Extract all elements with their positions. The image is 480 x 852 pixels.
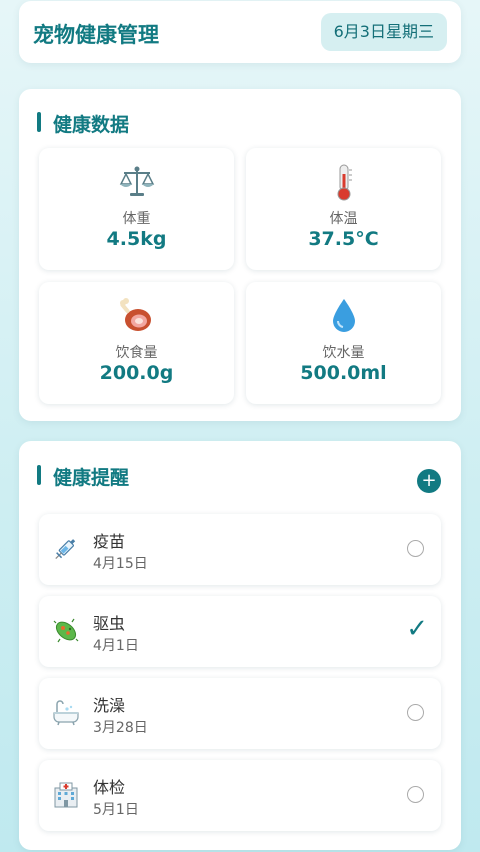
thermometer-icon	[246, 162, 441, 202]
water-intake-value: 500.0ml	[300, 362, 387, 384]
food-intake-value: 200.0g	[99, 362, 174, 384]
reminder-item-bath[interactable]: 洗澡 3月28日	[39, 678, 441, 749]
reminder-item-vaccine[interactable]: 疫苗 4月15日	[39, 514, 441, 585]
reminder-date: 5月1日	[93, 802, 139, 818]
checkmark-icon[interactable]: ✓	[406, 614, 428, 644]
reminder-date: 4月15日	[93, 556, 148, 572]
health-data-panel: 健康数据 体重 4.5kg 体温 37.5°C 饮食量 200.0g 饮水量 5…	[19, 89, 461, 421]
reminders-heading: 健康提醒	[37, 463, 129, 490]
temperature-card[interactable]: 体温 37.5°C	[246, 148, 441, 270]
reminder-date: 4月1日	[93, 638, 139, 654]
reminder-title: 洗澡	[93, 696, 126, 715]
reminder-title: 体检	[93, 778, 126, 797]
temperature-value: 37.5°C	[308, 228, 379, 250]
reminder-title: 疫苗	[93, 532, 126, 551]
reminder-checkbox[interactable]	[407, 786, 424, 803]
health-data-title: 健康数据	[53, 114, 130, 136]
health-data-heading: 健康数据	[37, 110, 129, 137]
microbe-icon	[51, 616, 81, 646]
temperature-label: 体温	[329, 211, 358, 227]
weight-value: 4.5kg	[106, 228, 167, 250]
date-badge: 6月3日星期三	[320, 13, 447, 51]
meat-icon	[39, 296, 234, 336]
heading-accent-bar	[37, 465, 41, 485]
add-reminder-button[interactable]: +	[417, 469, 441, 493]
app-title: 宠物健康管理	[33, 23, 159, 47]
reminder-checkbox[interactable]	[407, 540, 424, 557]
water-intake-card[interactable]: 饮水量 500.0ml	[246, 282, 441, 404]
header-bar: 宠物健康管理 6月3日星期三	[19, 1, 461, 63]
food-intake-card[interactable]: 饮食量 200.0g	[39, 282, 234, 404]
reminder-date: 3月28日	[93, 720, 148, 736]
reminder-title: 驱虫	[93, 614, 126, 633]
reminder-item-checkup[interactable]: 体检 5月1日	[39, 760, 441, 831]
health-reminders-panel: 健康提醒 + 疫苗 4月15日 驱虫 4月1日 ✓ 洗澡 3月28日 体检 5月…	[19, 441, 461, 850]
weight-label: 体重	[122, 211, 151, 227]
water-drop-icon	[246, 296, 441, 336]
reminder-checkbox[interactable]	[407, 704, 424, 721]
hospital-icon	[51, 780, 81, 810]
scale-icon	[39, 162, 234, 202]
weight-card[interactable]: 体重 4.5kg	[39, 148, 234, 270]
reminders-title: 健康提醒	[53, 467, 130, 489]
water-intake-label: 饮水量	[322, 345, 365, 361]
heading-accent-bar	[37, 112, 41, 132]
food-intake-label: 饮食量	[115, 345, 158, 361]
reminder-item-deworming[interactable]: 驱虫 4月1日 ✓	[39, 596, 441, 667]
bathtub-icon	[51, 698, 81, 728]
syringe-icon	[51, 534, 81, 564]
